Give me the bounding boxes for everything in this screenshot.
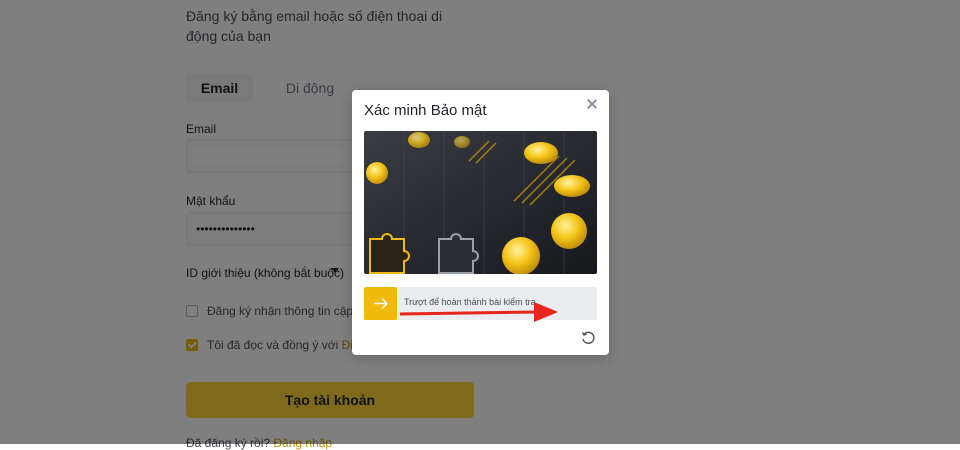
arrow-right-icon [374,297,389,310]
dialog-title: Xác minh Bảo mật [364,102,487,119]
captcha-slider-handle[interactable] [364,287,397,320]
puzzle-background [364,131,597,274]
annotation-arrow [399,302,558,322]
captcha-puzzle-image [364,131,597,274]
refresh-icon[interactable] [580,330,596,346]
close-icon[interactable] [584,96,600,112]
refresh-glyph [581,331,595,345]
